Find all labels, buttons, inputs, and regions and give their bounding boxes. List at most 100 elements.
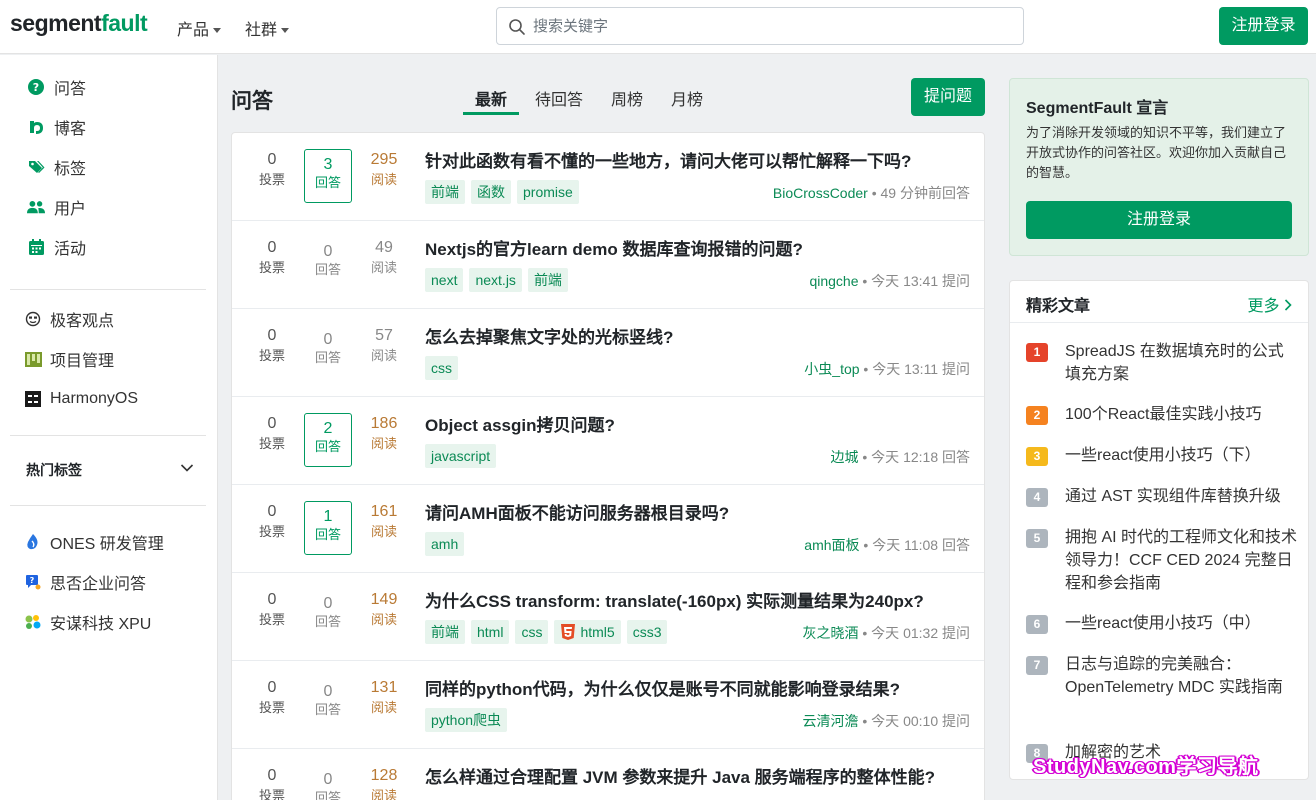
answer-count: 0 回答: [314, 771, 341, 800]
chevron-right-icon: [1284, 299, 1292, 311]
tag[interactable]: next: [425, 268, 464, 292]
tab-weekly[interactable]: 周榜: [611, 86, 643, 110]
register-login-button[interactable]: 注册登录: [1219, 7, 1308, 45]
manifesto-text: 为了消除开发领域的知识不平等，我们建立了开放式协作的问答社区。欢迎你加入贡献自己…: [1026, 125, 1287, 180]
question-time: • 49 分钟前回答: [871, 185, 970, 201]
sidebar-divider: [10, 505, 206, 506]
question-row: 0 投票 3 回答 295 阅读 针对此函数有看不懂的一些地方，请问大佬可以帮忙解释一…: [232, 133, 984, 221]
sidebar-item-label: 标签: [54, 161, 87, 178]
tag[interactable]: html: [471, 620, 510, 644]
sidebar-item-tags[interactable]: 标签: [27, 155, 86, 179]
sidebar-item-events[interactable]: 活动: [27, 235, 86, 259]
search-box[interactable]: [496, 7, 1024, 45]
question-row: 0 投票 1 回答 161 阅读 请问AMH面板不能访问服务器根目录吗? amh am…: [232, 485, 984, 573]
sidebar-item-users[interactable]: 用户: [27, 195, 86, 219]
xpu-logo-icon: [24, 613, 42, 631]
article-title[interactable]: 100个React最佳实践小技巧: [1065, 403, 1297, 426]
question-title[interactable]: Nextjs的官方learn demo 数据库查询报错的问题?: [425, 235, 803, 260]
tag[interactable]: css: [425, 356, 458, 380]
answer-count: 0 回答: [314, 683, 341, 717]
author-link[interactable]: amh面板: [804, 537, 859, 553]
view-count: 186 阅读: [370, 415, 398, 451]
menu-products[interactable]: 产品: [177, 16, 222, 40]
question-title[interactable]: 怎么去掉聚焦文字处的光标竖线?: [425, 323, 673, 348]
rank-badge: 4: [1026, 488, 1048, 507]
tag[interactable]: css: [515, 620, 549, 644]
question-title[interactable]: 请问AMH面板不能访问服务器根目录吗?: [425, 499, 729, 524]
article-title[interactable]: SpreadJS 在数据填充时的公式填充方案: [1065, 340, 1297, 386]
sidebar-item-label: 思否企业问答: [50, 576, 147, 593]
enterprise-qa-icon: ?: [24, 573, 42, 591]
question-title[interactable]: 同样的python代码，为什么仅仅是账号不同就能影响登录结果?: [425, 675, 900, 700]
ones-logo-icon: [24, 533, 42, 551]
more-link[interactable]: 更多: [1248, 292, 1292, 316]
sidebar-item-blog[interactable]: 博客: [27, 115, 86, 139]
sidebar-item-ones[interactable]: ONES 研发管理: [24, 530, 164, 554]
tag[interactable]: 前端: [425, 620, 465, 644]
article-title[interactable]: 拥抱 AI 时代的工程师文化和技术领导力！CCF CED 2024 完整日程和参…: [1065, 526, 1297, 595]
tag[interactable]: css3: [626, 620, 668, 644]
question-title[interactable]: 怎么样通过合理配置 JVM 参数来提升 Java 服务端程序的整体性能?: [425, 763, 935, 788]
question-time: • 今天 13:11 提问: [863, 361, 970, 377]
search-input[interactable]: [533, 16, 1003, 36]
tag[interactable]: 前端: [425, 180, 465, 204]
question-meta: 云清河澹 • 今天 00:10 提问: [803, 711, 971, 731]
author-link[interactable]: 灰之晓酒: [803, 625, 859, 641]
harmonyos-logo-icon: [24, 390, 42, 408]
tab-monthly[interactable]: 月榜: [671, 86, 703, 110]
answer-count: 0 回答: [314, 595, 341, 629]
vote-count: 0 投票: [258, 767, 285, 800]
author-link[interactable]: qingche: [809, 273, 858, 289]
calendar-icon: [27, 238, 45, 256]
author-link[interactable]: BioCrossCoder: [773, 185, 868, 201]
author-link[interactable]: 边城: [831, 449, 859, 465]
top-header: segmentfault 产品 社群 注册登录: [0, 0, 1316, 54]
manifesto-card: SegmentFault 宣言 为了消除开发领域的知识不平等，我们建立了开放式协…: [1009, 78, 1309, 256]
article-title[interactable]: 一些react使用小技巧（下）: [1065, 444, 1297, 467]
tag[interactable]: 前端: [527, 268, 568, 292]
sidebar-item-label: HarmonyOS: [50, 390, 139, 407]
tag[interactable]: python爬虫: [425, 708, 508, 732]
article-title[interactable]: 一些react使用小技巧（中）: [1065, 612, 1297, 635]
article-title[interactable]: 日志与追踪的完美融合：OpenTelemetry MDC 实践指南: [1065, 653, 1297, 699]
question-row: 0 投票 0 回答 57 阅读 怎么去掉聚焦文字处的光标竖线? css 小虫_top …: [232, 309, 984, 397]
tag[interactable]: javascript: [425, 444, 497, 468]
question-row: 0 投票 0 回答 149 阅读 为什么CSS transform: translat…: [232, 573, 984, 661]
sidebar-item-geek-views[interactable]: 极客观点: [24, 307, 114, 331]
tag[interactable]: amh: [425, 532, 465, 556]
tag[interactable]: promise: [517, 180, 579, 204]
question-row: 0 投票 0 回答 49 阅读 Nextjs的官方learn demo 数据库查询报错…: [232, 221, 984, 309]
author-link[interactable]: 小虫_top: [804, 361, 859, 377]
menu-community[interactable]: 社群: [245, 16, 290, 40]
sidebar-item-enterprise-qa[interactable]: ? 思否企业问答: [24, 570, 146, 594]
answer-count: 3 回答: [304, 149, 352, 203]
author-link[interactable]: 云清河澹: [803, 713, 859, 729]
sidebar-item-project-mgmt[interactable]: 项目管理: [24, 347, 114, 371]
tag-icon: [27, 158, 45, 176]
article-title[interactable]: 通过 AST 实现组件库替换升级: [1065, 485, 1297, 508]
question-title[interactable]: 针对此函数有看不懂的一些地方，请问大佬可以帮忙解释一下吗?: [425, 147, 911, 172]
site-logo[interactable]: segmentfault: [10, 10, 148, 37]
rank-badge: 1: [1026, 343, 1048, 362]
question-title[interactable]: 为什么CSS transform: translate(-160px) 实际测量…: [425, 587, 924, 612]
question-title[interactable]: Object assgin拷贝问题?: [425, 411, 615, 436]
manifesto-register-button[interactable]: 注册登录: [1026, 201, 1292, 239]
sidebar-item-harmonyos[interactable]: HarmonyOS: [24, 387, 138, 411]
sidebar-item-xpu[interactable]: 安谋科技 XPU: [24, 610, 151, 634]
sidebar-item-label: 安谋科技 XPU: [50, 616, 152, 633]
ask-question-button[interactable]: 提问题: [911, 78, 985, 116]
tag[interactable]: 函数: [471, 180, 511, 204]
question-meta: BioCrossCoder • 49 分钟前回答: [773, 183, 970, 203]
tab-latest[interactable]: 最新: [475, 86, 507, 110]
question-meta: qingche • 今天 13:41 提问: [809, 271, 970, 291]
hot-tags-toggle[interactable]: 热门标签: [26, 460, 194, 480]
vote-count: 0 投票: [258, 415, 285, 451]
tag[interactable]: html5: [554, 620, 621, 644]
sidebar-item-label: 用户: [54, 201, 87, 218]
sidebar-item-qa[interactable]: ? 问答: [27, 75, 86, 99]
view-count: 295 阅读: [370, 151, 398, 187]
tag[interactable]: next.js: [469, 268, 522, 292]
tab-unanswered[interactable]: 待回答: [535, 86, 583, 110]
project-board-icon: [24, 350, 42, 368]
sidebar-item-label: 活动: [54, 241, 87, 258]
